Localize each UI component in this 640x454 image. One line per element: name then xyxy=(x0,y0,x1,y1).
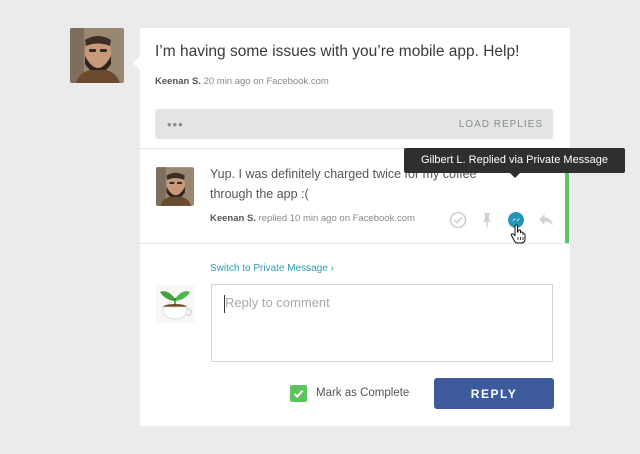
card-pointer xyxy=(133,56,140,70)
current-user-avatar xyxy=(156,285,194,323)
reply-meta: Keenan S. replied 10 min ago on Facebook… xyxy=(210,213,415,224)
hand-cursor-icon xyxy=(510,224,526,244)
post-source[interactable]: Facebook.com xyxy=(266,76,328,87)
load-replies-button[interactable]: ••• LOAD REPLIES xyxy=(155,109,553,139)
mark-complete-label: Mark as Complete xyxy=(316,387,410,399)
post-source-prefix: on xyxy=(253,76,264,87)
reply-action: replied xyxy=(258,213,288,224)
checkbox-checked-icon[interactable] xyxy=(290,384,307,402)
reply-source-prefix: on xyxy=(339,213,350,224)
mark-complete-checkbox[interactable]: Mark as Complete xyxy=(290,384,409,402)
tooltip-text: Gilbert L. Replied via Private Message xyxy=(420,154,609,166)
reply-avatar xyxy=(156,167,194,206)
reply-input[interactable] xyxy=(211,284,553,362)
switch-to-private-message-link[interactable]: Switch to Private Message › xyxy=(210,263,334,274)
post-message: I’m having some issues with you’re mobil… xyxy=(155,43,520,60)
reply-time: 10 min ago xyxy=(289,213,337,224)
check-icon[interactable] xyxy=(448,210,468,230)
post-meta: Keenan S. 20 min ago on Facebook.com xyxy=(155,76,329,87)
load-replies-dots: ••• xyxy=(167,117,184,132)
reply-icon[interactable] xyxy=(536,210,556,230)
author-avatar xyxy=(70,28,124,83)
load-replies-label: LOAD REPLIES xyxy=(458,119,543,130)
private-message-tooltip: Gilbert L. Replied via Private Message xyxy=(404,148,625,178)
conversation-card: I’m having some issues with you’re mobil… xyxy=(133,28,570,426)
post-author[interactable]: Keenan S. xyxy=(155,76,201,87)
divider xyxy=(140,243,570,244)
reply-source[interactable]: Facebook.com xyxy=(353,213,415,224)
post-time: 20 min ago xyxy=(203,76,251,87)
reply-author[interactable]: Keenan S. xyxy=(210,213,256,224)
reply-button[interactable]: REPLY xyxy=(434,378,554,409)
pin-icon[interactable] xyxy=(477,210,497,230)
tooltip-pointer xyxy=(510,173,520,178)
text-caret xyxy=(224,295,225,313)
